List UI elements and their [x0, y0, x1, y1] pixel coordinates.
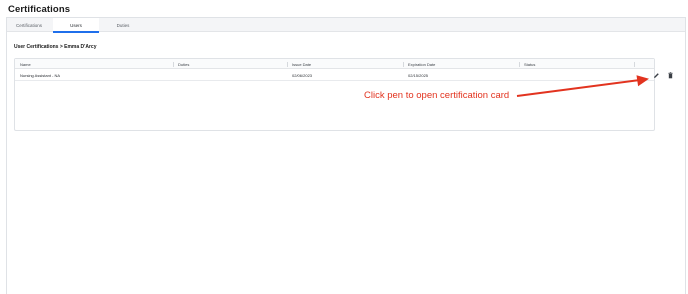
annotation-arrow [516, 75, 649, 97]
annotation-text: Click pen to open certification card [364, 90, 510, 101]
